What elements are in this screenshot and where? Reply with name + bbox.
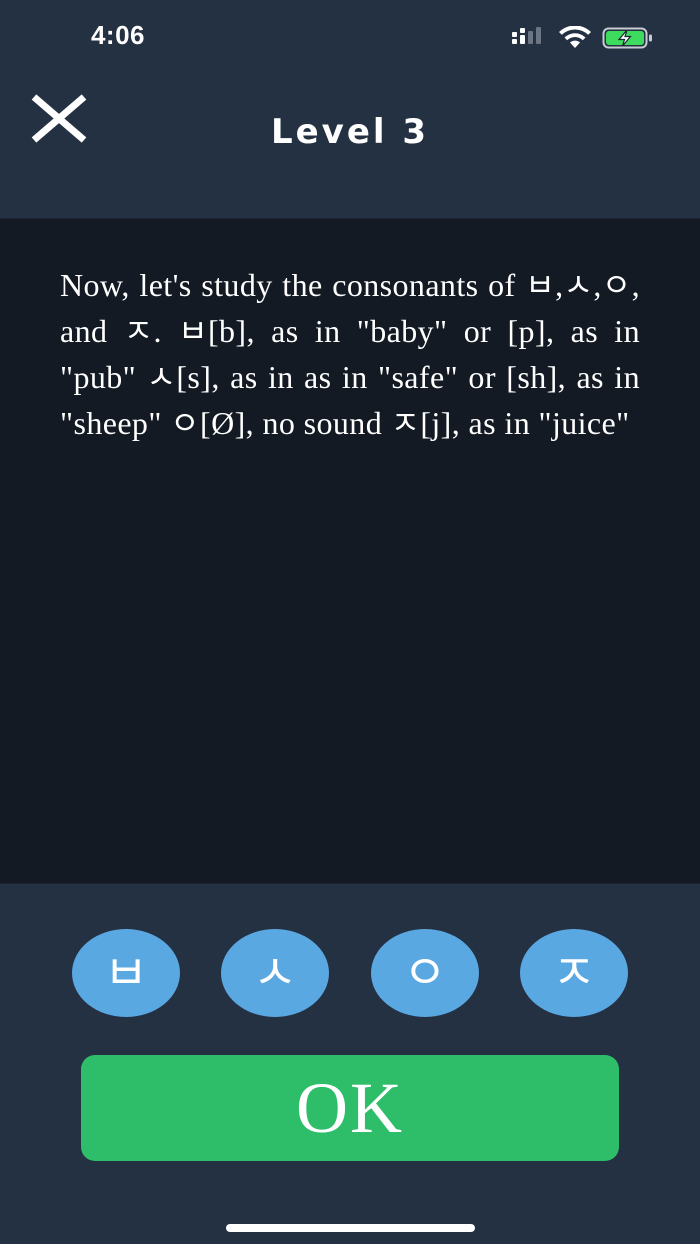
status-time: 4:06 bbox=[90, 20, 146, 50]
status-bar: 4:06 bbox=[0, 0, 700, 80]
consonant-label: ㅇ bbox=[402, 945, 448, 1001]
consonant-button-jieut[interactable]: ㅈ bbox=[520, 929, 628, 1017]
battery-charging-icon bbox=[602, 27, 652, 49]
home-indicator[interactable] bbox=[226, 1224, 475, 1232]
cellular-signal-icon bbox=[512, 27, 541, 44]
consonant-label: ㅈ bbox=[551, 945, 597, 1001]
consonant-button-ieung[interactable]: ㅇ bbox=[371, 929, 479, 1017]
wifi-icon bbox=[559, 26, 591, 48]
ok-button[interactable]: OK bbox=[81, 1055, 619, 1161]
consonant-label: ㅂ bbox=[103, 945, 149, 1001]
ok-button-label: OK bbox=[296, 1067, 404, 1148]
consonant-label: ㅅ bbox=[252, 945, 298, 1001]
page-title: Level 3 bbox=[270, 112, 430, 152]
consonant-button-siot[interactable]: ㅅ bbox=[221, 929, 329, 1017]
lesson-text: Now, let's study the consonants of ㅂ,ㅅ,ㅇ… bbox=[60, 267, 640, 441]
consonant-button-bieup[interactable]: ㅂ bbox=[72, 929, 180, 1017]
